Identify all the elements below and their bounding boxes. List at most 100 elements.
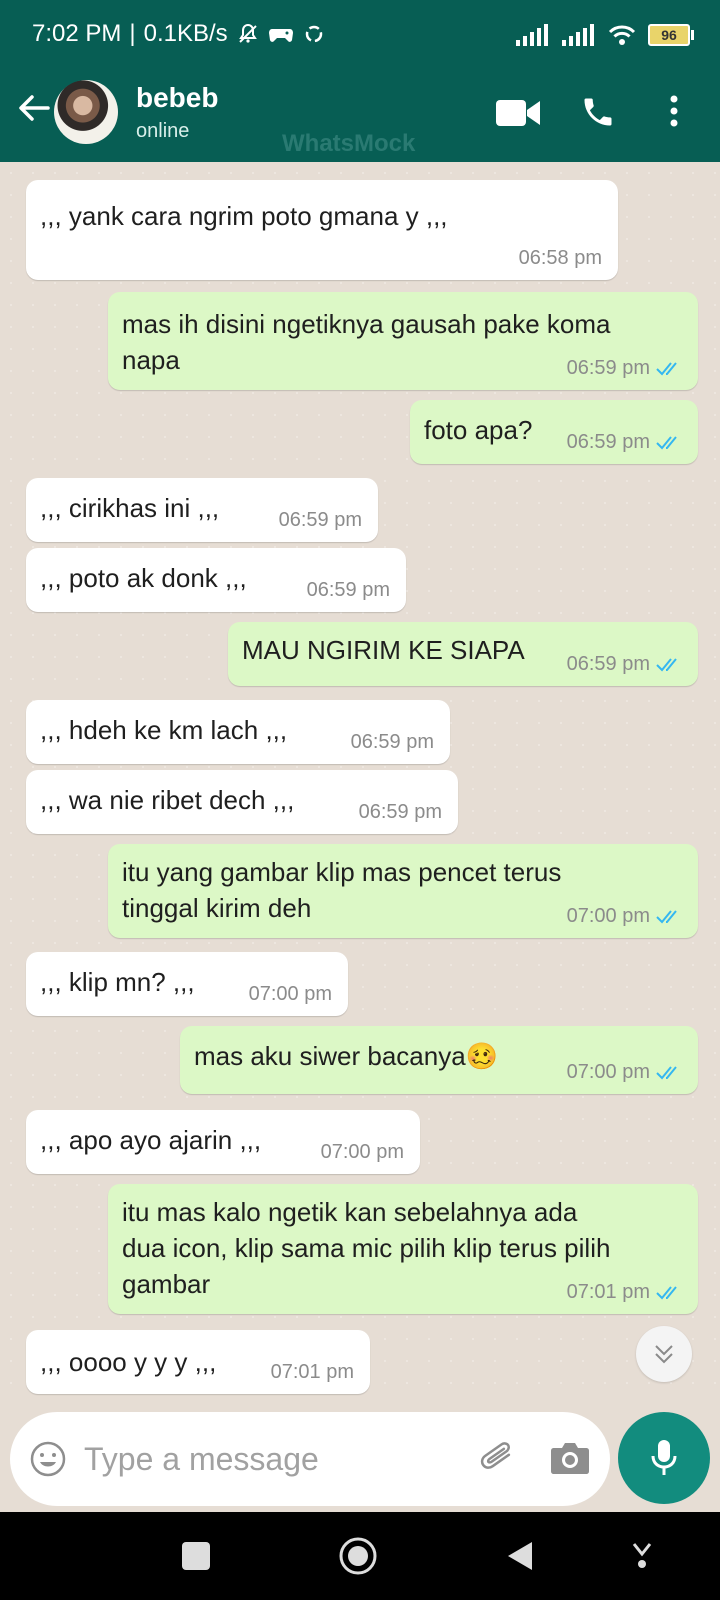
- microphone-icon: [651, 1440, 677, 1475]
- message-time: 06:58 pm: [518, 247, 602, 269]
- message-time: 07:00 pm: [566, 905, 650, 927]
- message-line: ,,, yank cara ngrim poto gmana y ,,,: [40, 201, 448, 231]
- message-incoming[interactable]: ,,, poto ak donk ,,, 06:59 pm: [26, 548, 406, 612]
- message-meta: 06:59 pm: [359, 801, 442, 824]
- game-icon: [268, 29, 293, 42]
- system-nav-bar: [0, 1512, 720, 1600]
- message-text: ,,, hdeh ke km lach ,,,: [40, 712, 287, 748]
- double-chevron-down-icon: [655, 1345, 673, 1364]
- message-outgoing[interactable]: itu yang gambar klip mas pencet terus ti…: [108, 844, 698, 938]
- bell-muted-icon: [238, 23, 257, 43]
- message-incoming[interactable]: ,,, klip mn? ,,, 07:00 pm: [26, 952, 348, 1016]
- recent-apps-shape: [182, 1542, 210, 1570]
- message-meta: 06:59 pm: [567, 431, 682, 454]
- message-meta: 06:58 pm: [519, 247, 602, 270]
- voice-message-button[interactable]: [618, 1412, 710, 1504]
- message-incoming[interactable]: ,,, cirikhas ini ,,, 06:59 pm: [26, 478, 378, 542]
- message-text: mas aku siwer bacanya🥴: [194, 1038, 498, 1074]
- double-check-read-icon: [656, 657, 677, 671]
- phone-icon[interactable]: [580, 94, 616, 130]
- message-line: tinggal kirim deh: [122, 893, 312, 923]
- message-line: ,,, wa nie ribet dech ,,,: [40, 785, 295, 815]
- message-time: 06:59 pm: [566, 653, 650, 675]
- assistant-icon[interactable]: [630, 1542, 654, 1570]
- message-meta: 06:59 pm: [279, 509, 362, 532]
- message-line: ,,, apo ayo ajarin ,,,: [40, 1125, 262, 1155]
- message-line: mas ih disini ngetiknya gausah pake koma: [122, 309, 611, 339]
- message-time: 07:00 pm: [320, 1141, 404, 1163]
- message-text: ,,, apo ayo ajarin ,,,: [40, 1122, 261, 1158]
- message-time: 06:59 pm: [278, 509, 362, 531]
- message-outgoing[interactable]: mas aku siwer bacanya🥴 07:00 pm: [180, 1026, 698, 1094]
- message-time: 06:59 pm: [350, 731, 434, 753]
- message-meta: 06:59 pm: [307, 579, 390, 602]
- status-right: 96: [516, 24, 694, 46]
- message-line: ,,, poto ak donk ,,,: [40, 563, 247, 593]
- message-incoming[interactable]: ,,, yank cara ngrim poto gmana y ,,, 06:…: [26, 180, 618, 280]
- message-line: mas aku siwer bacanya🥴: [194, 1041, 499, 1071]
- message-line: itu mas kalo ngetik kan sebelahnya ada: [122, 1197, 578, 1227]
- message-outgoing[interactable]: mas ih disini ngetiknya gausah pake koma…: [108, 292, 698, 390]
- recent-apps-icon[interactable]: [182, 1542, 210, 1570]
- message-text: ,,, oooo y y y ,,,: [40, 1344, 216, 1380]
- emoji-icon[interactable]: [30, 1441, 66, 1477]
- more-options-icon[interactable]: [668, 94, 680, 128]
- message-incoming[interactable]: ,,, oooo y y y ,,, 07:01 pm: [26, 1330, 370, 1394]
- message-incoming[interactable]: ,,, hdeh ke km lach ,,, 06:59 pm: [26, 700, 450, 764]
- message-meta: 07:01 pm: [567, 1281, 682, 1304]
- message-text: ,,, yank cara ngrim poto gmana y ,,,: [40, 198, 448, 234]
- message-line: ,,, cirikhas ini ,,,: [40, 493, 220, 523]
- status-time: 7:02 PM: [32, 20, 122, 47]
- camera-icon[interactable]: [550, 1440, 590, 1476]
- home-icon[interactable]: [338, 1536, 378, 1576]
- status-network-speed: 0.1KB/s: [143, 20, 228, 47]
- double-check-read-icon: [656, 361, 677, 375]
- message-outgoing[interactable]: foto apa? 06:59 pm: [410, 400, 698, 464]
- wifi-icon: [608, 25, 636, 45]
- message-line: itu yang gambar klip mas pencet terus: [122, 857, 562, 887]
- message-outgoing[interactable]: MAU NGIRIM KE SIAPA 06:59 pm: [228, 622, 698, 686]
- avatar[interactable]: [54, 80, 118, 144]
- message-incoming[interactable]: ,,, apo ayo ajarin ,,, 07:00 pm: [26, 1110, 420, 1174]
- message-time: 06:59 pm: [358, 801, 442, 823]
- signal-1-icon: [516, 24, 548, 46]
- message-meta: 07:00 pm: [321, 1141, 404, 1164]
- message-line: MAU NGIRIM KE SIAPA: [242, 635, 525, 665]
- message-text: ,,, cirikhas ini ,,,: [40, 490, 219, 526]
- message-time: 07:00 pm: [248, 983, 332, 1005]
- paperclip-icon[interactable]: [478, 1439, 518, 1479]
- message-line: foto apa?: [424, 415, 533, 445]
- chat-area[interactable]: ,,, yank cara ngrim poto gmana y ,,, 06:…: [0, 162, 720, 1396]
- message-meta: 06:59 pm: [567, 357, 682, 380]
- message-outgoing[interactable]: itu mas kalo ngetik kan sebelahnya ada d…: [108, 1184, 698, 1314]
- back-icon[interactable]: [506, 1540, 534, 1572]
- message-line: ,,, oooo y y y ,,,: [40, 1347, 217, 1377]
- back-arrow-icon[interactable]: [14, 88, 54, 128]
- sync-icon: [305, 25, 322, 43]
- message-text: ,,, poto ak donk ,,,: [40, 560, 247, 596]
- message-line: gambar: [122, 1269, 211, 1299]
- message-time: 06:59 pm: [566, 431, 650, 453]
- message-incoming[interactable]: ,,, wa nie ribet dech ,,, 06:59 pm: [26, 770, 458, 834]
- message-time: 07:01 pm: [270, 1361, 354, 1383]
- message-meta: 07:01 pm: [271, 1361, 354, 1384]
- battery-icon: 96: [648, 24, 694, 46]
- message-text: MAU NGIRIM KE SIAPA: [242, 632, 525, 668]
- message-meta: 07:00 pm: [567, 905, 682, 928]
- message-time: 06:59 pm: [306, 579, 390, 601]
- double-check-read-icon: [656, 1285, 677, 1299]
- message-line: ,,, klip mn? ,,,: [40, 967, 195, 997]
- message-meta: 06:59 pm: [567, 653, 682, 676]
- message-text: mas ih disini ngetiknya gausah pake koma…: [122, 306, 611, 378]
- watermark: WhatsMock: [282, 130, 416, 157]
- double-check-read-icon: [656, 909, 677, 923]
- status-bar: 7:02 PM | 0.1KB/s 96: [0, 0, 720, 64]
- scroll-to-bottom-button[interactable]: [636, 1326, 692, 1382]
- contact-name[interactable]: bebeb: [136, 82, 218, 114]
- message-input[interactable]: [82, 1430, 456, 1488]
- message-line: dua icon, klip sama mic pilih klip terus…: [122, 1233, 611, 1263]
- message-meta: 06:59 pm: [351, 731, 434, 754]
- message-time: 07:00 pm: [566, 1061, 650, 1083]
- video-call-icon[interactable]: [496, 98, 540, 128]
- message-text: ,,, klip mn? ,,,: [40, 964, 195, 1000]
